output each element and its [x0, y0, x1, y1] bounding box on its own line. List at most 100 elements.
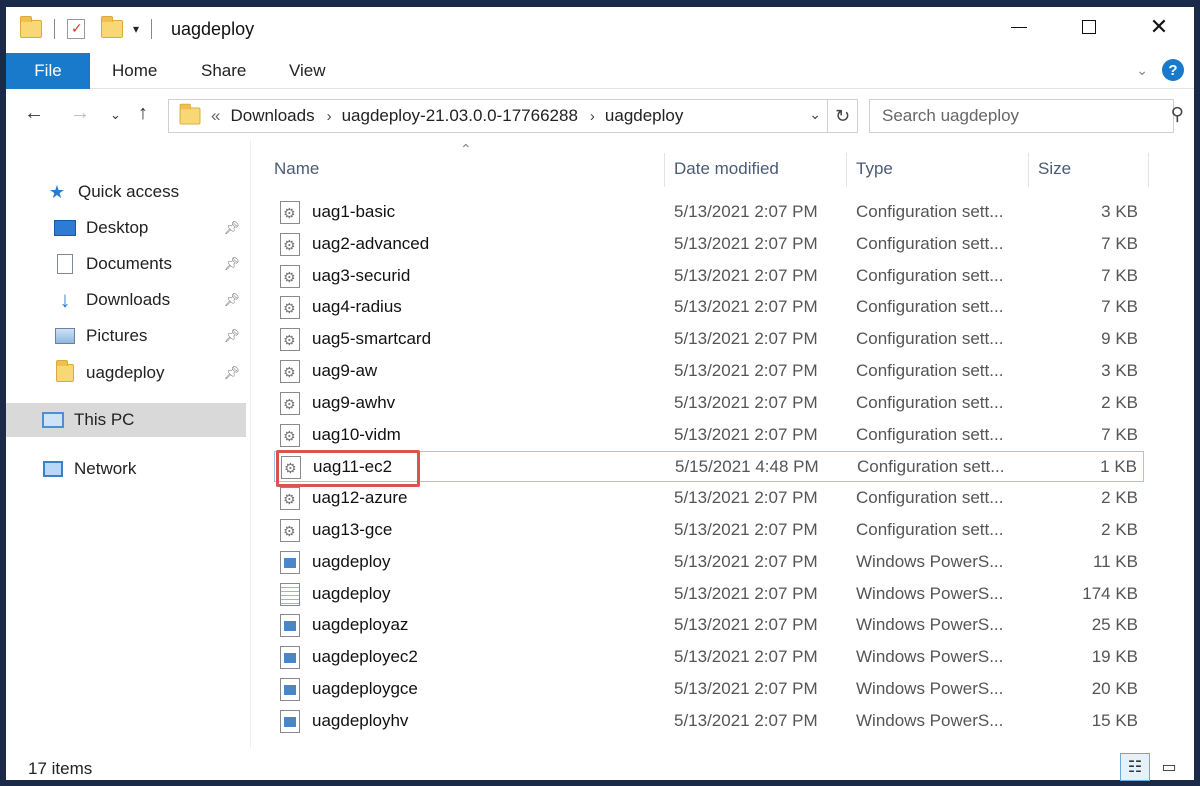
file-row[interactable]: uag9-awhv 5/13/2021 2:07 PM Configuration … [274, 388, 1144, 419]
breadcrumb-separator-icon[interactable]: › [327, 108, 332, 125]
file-type: Configuration sett... [856, 233, 1004, 253]
details-view-icon: ☷ [1127, 759, 1143, 776]
file-row[interactable]: uagdeployec2 5/13/2021 2:07 PM Windows Pow… [274, 642, 1144, 673]
breadcrumb-uagdeploy-version[interactable]: uagdeploy-21.03.0.0-17766288 [342, 106, 578, 126]
breadcrumb-uagdeploy[interactable]: uagdeploy [605, 106, 683, 126]
file-row[interactable]: uag2-advanced 5/13/2021 2:07 PM Configurat… [274, 229, 1144, 260]
file-row[interactable]: uagdeploy 5/13/2021 2:07 PM Windows PowerS… [274, 579, 1144, 610]
file-row[interactable]: uagdeployhv 5/13/2021 2:07 PM Windows Powe… [274, 706, 1144, 737]
nav-item-label: This PC [74, 410, 135, 429]
column-header-name[interactable]: Name [274, 153, 319, 185]
navigation-pane: ★ Quick access Desktop 📌︎ Documents 📌︎ ↓… [6, 139, 246, 749]
config-file-icon [280, 232, 300, 256]
column-separator[interactable] [664, 153, 665, 187]
file-size: 25 KB [1091, 615, 1138, 635]
file-type: Configuration sett... [856, 297, 1004, 317]
column-header-size[interactable]: Size [1038, 153, 1071, 185]
file-size: 7 KB [1101, 265, 1138, 285]
column-separator[interactable] [846, 153, 847, 187]
properties-icon[interactable] [67, 19, 85, 39]
nav-desktop[interactable]: Desktop 📌︎ [6, 211, 246, 245]
file-row[interactable]: uag10-vidm 5/13/2021 2:07 PM Configuration… [274, 420, 1144, 451]
file-row[interactable]: uag9-aw 5/13/2021 2:07 PM Configuration se… [274, 356, 1144, 387]
file-type: Windows PowerS... [856, 615, 1004, 635]
pin-icon[interactable]: 📌︎ [223, 365, 240, 381]
folder-icon [54, 360, 76, 383]
file-name: uag5-smartcard [312, 329, 432, 349]
pane-divider[interactable] [250, 139, 251, 749]
tab-share[interactable]: Share [201, 53, 246, 89]
file-row[interactable]: uag1-basic 5/13/2021 2:07 PM Configuration… [274, 197, 1144, 228]
network-icon [42, 459, 64, 479]
breadcrumb-overflow[interactable]: « [211, 106, 220, 126]
minimize-button[interactable] [984, 7, 1054, 47]
quick-access-toolbar: ▾ [20, 16, 158, 39]
address-bar[interactable]: « Downloads › uagdeploy-21.03.0.0-177662… [168, 99, 828, 133]
refresh-icon: ↻ [834, 105, 851, 126]
nav-pictures[interactable]: Pictures 📌︎ [6, 319, 246, 353]
details-view-button[interactable]: ☷ [1120, 753, 1150, 781]
column-header-type[interactable]: Type [856, 153, 893, 185]
address-dropdown-icon[interactable]: ⌄ [809, 106, 821, 123]
pin-icon[interactable]: 📌︎ [223, 256, 240, 272]
file-date-modified: 5/13/2021 2:07 PM [674, 551, 818, 571]
file-row[interactable]: uag12-azure 5/13/2021 2:07 PM Configuratio… [274, 483, 1144, 514]
title-bar: ▾ uagdeploy ✕ [6, 7, 1194, 53]
config-file-icon [280, 487, 300, 511]
tab-file[interactable]: File [6, 53, 90, 89]
file-name: uagdeploy [312, 583, 391, 603]
refresh-button[interactable]: ↻ [828, 99, 858, 133]
nav-item-label: Quick access [78, 182, 180, 201]
column-separator[interactable] [1028, 153, 1029, 187]
file-type: Configuration sett... [856, 392, 1004, 412]
file-row[interactable]: uag3-securid 5/13/2021 2:07 PM Configurati… [274, 261, 1144, 292]
nav-item-label: uagdeploy [86, 363, 165, 382]
pin-icon[interactable]: 📌︎ [223, 292, 240, 308]
file-row[interactable]: uagdeploy 5/13/2021 2:07 PM Windows PowerS… [274, 547, 1144, 578]
file-size: 20 KB [1091, 679, 1138, 698]
file-row[interactable]: uagdeploygce 5/13/2021 2:07 PM Windows Pow… [274, 674, 1144, 705]
pin-icon[interactable]: 📌︎ [223, 328, 240, 344]
customize-toolbar-dropdown-icon[interactable]: ▾ [133, 22, 139, 36]
nav-uagdeploy[interactable]: uagdeploy 📌︎ [6, 356, 246, 390]
powershell-file-icon [280, 614, 300, 638]
tab-home[interactable]: Home [112, 53, 157, 89]
nav-downloads[interactable]: ↓ Downloads 📌︎ [6, 283, 246, 317]
file-row[interactable]: uagdeployaz 5/13/2021 2:07 PM Windows Powe… [274, 610, 1144, 641]
file-date-modified: 5/15/2021 4:48 PM [675, 457, 819, 477]
file-row[interactable]: uag5-smartcard 5/13/2021 2:07 PM Configura… [274, 324, 1144, 355]
back-arrow-icon[interactable]: ← [24, 102, 44, 125]
search-icon[interactable]: ⚲ [1151, 104, 1184, 125]
file-row[interactable]: uag13-gce 5/13/2021 2:07 PM Configuration … [274, 515, 1144, 546]
recent-locations-chevron-icon[interactable]: ⌄ [110, 107, 121, 123]
new-folder-icon[interactable] [101, 16, 123, 38]
forward-arrow-icon[interactable]: → [70, 102, 90, 125]
expand-ribbon-icon[interactable]: ⌄ [1136, 62, 1148, 79]
up-arrow-icon[interactable]: ↑ [138, 102, 148, 125]
file-size: 174 KB [1082, 583, 1138, 603]
close-button[interactable]: ✕ [1124, 7, 1194, 47]
breadcrumb-separator-icon[interactable]: › [590, 108, 595, 125]
nav-item-label: Desktop [86, 218, 149, 237]
file-size: 19 KB [1091, 647, 1138, 667]
help-icon[interactable]: ? [1162, 59, 1184, 81]
file-date-modified: 5/13/2021 2:07 PM [674, 233, 818, 253]
tab-view[interactable]: View [289, 53, 326, 89]
nav-documents[interactable]: Documents 📌︎ [6, 247, 246, 281]
file-row[interactable]: uag4-radius 5/13/2021 2:07 PM Configuratio… [274, 292, 1144, 323]
search-input[interactable]: Search uagdeploy [869, 99, 1174, 133]
nav-network[interactable]: Network [6, 452, 246, 486]
breadcrumb-downloads[interactable]: Downloads [230, 106, 314, 126]
nav-quick-access[interactable]: ★ Quick access [6, 175, 246, 209]
file-date-modified: 5/13/2021 2:07 PM [674, 297, 818, 317]
large-icons-view-button[interactable]: ▭ [1154, 753, 1184, 781]
nav-this-pc[interactable]: This PC [6, 403, 246, 437]
file-size: 2 KB [1101, 392, 1138, 412]
column-header-date-modified[interactable]: Date modified [674, 153, 779, 185]
column-separator[interactable] [1148, 153, 1149, 187]
sort-ascending-icon: ⌃ [460, 141, 472, 157]
maximize-button[interactable] [1054, 7, 1124, 47]
large-icons-view-icon: ▭ [1161, 759, 1177, 776]
pin-icon[interactable]: 📌︎ [223, 220, 240, 236]
file-size: 9 KB [1101, 329, 1138, 349]
